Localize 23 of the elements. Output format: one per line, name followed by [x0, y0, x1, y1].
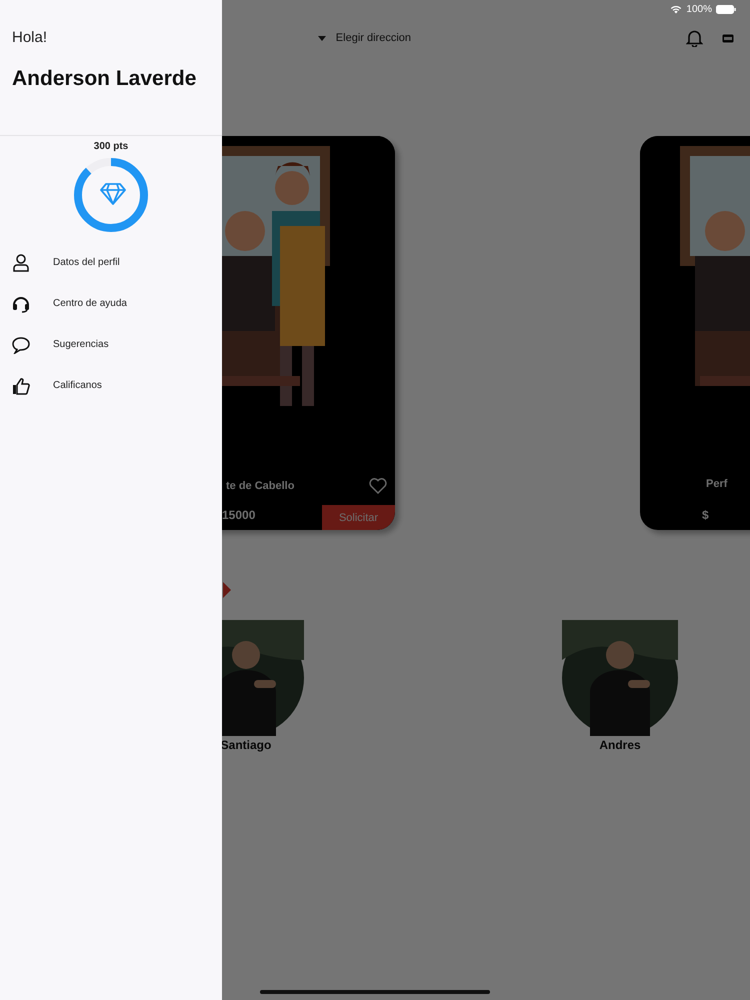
service-card[interactable]: Perf $ — [640, 136, 750, 530]
service-price: $ — [702, 508, 709, 524]
diamond-icon — [100, 183, 126, 205]
address-selector[interactable]: Elegir direccion — [336, 32, 411, 44]
user-name: Anderson Laverde — [12, 67, 198, 91]
thumbs-up-icon — [12, 376, 30, 394]
headset-icon — [12, 294, 30, 312]
heart-icon[interactable] — [369, 478, 387, 494]
points-label: 300 pts — [94, 141, 128, 152]
ticket-icon[interactable] — [722, 34, 734, 42]
wifi-icon — [670, 4, 682, 14]
barber-name: Andres — [599, 738, 641, 752]
dropdown-caret-icon[interactable] — [318, 36, 326, 40]
person-icon — [12, 254, 30, 272]
bell-icon[interactable] — [686, 29, 703, 47]
battery-icon — [716, 4, 736, 14]
chat-bubble-icon — [12, 336, 30, 354]
battery-percentage: 100% — [686, 4, 712, 14]
service-title: Perf — [706, 478, 728, 490]
service-price: 15000 — [222, 508, 256, 524]
service-title: te de Cabello — [226, 480, 294, 492]
greeting: Hola! — [12, 29, 48, 46]
barber-name: Santiago — [220, 738, 272, 752]
